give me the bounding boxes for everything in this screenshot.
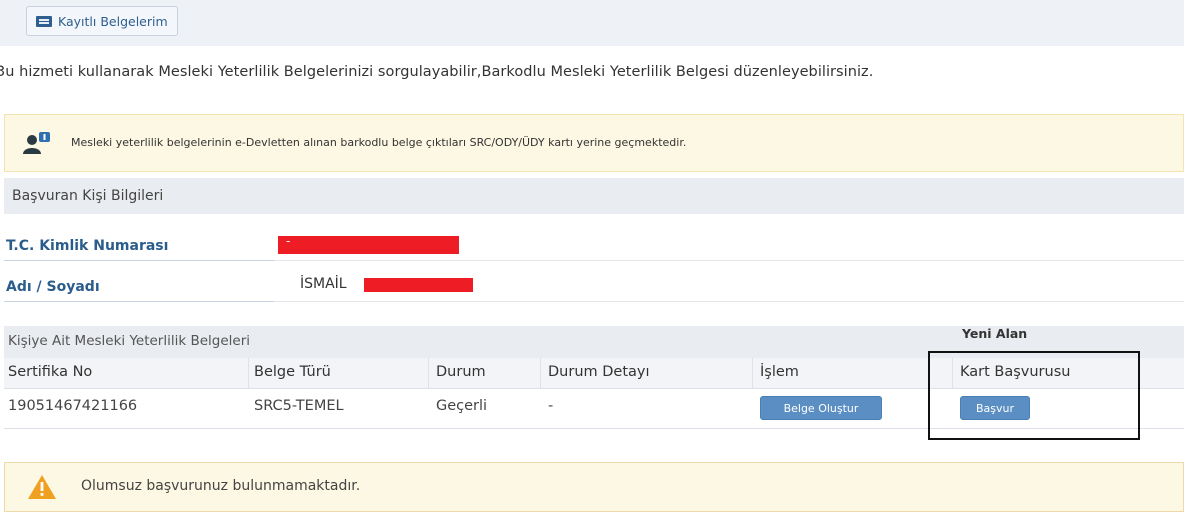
- divider: [4, 260, 274, 261]
- column-separator: [540, 358, 541, 388]
- user-info-icon: [23, 132, 50, 154]
- col-header-status: Durum: [436, 364, 486, 380]
- tc-number-label: T.C. Kimlik Numarası: [6, 238, 169, 254]
- warning-triangle-icon: [28, 475, 56, 499]
- highlight-box: [928, 351, 1140, 440]
- name-redaction: [364, 278, 473, 292]
- name-label: Adı / Soyadı: [6, 279, 100, 295]
- column-separator: [428, 358, 429, 388]
- cell-status-detail: -: [548, 398, 554, 414]
- col-header-status-detail: Durum Detayı: [548, 364, 650, 380]
- col-header-action: İşlem: [760, 364, 799, 380]
- intro-text: 3u hizmeti kullanarak Mesleki Yeterlilik…: [0, 64, 874, 80]
- column-separator: [248, 358, 249, 388]
- tc-number-redaction: [278, 236, 459, 254]
- applicant-section-title: Başvuran Kişi Bilgileri: [4, 178, 1184, 214]
- warning-notice-text: Olumsuz başvurunuz bulunmamaktadır.: [81, 478, 361, 494]
- tc-number-value: -: [286, 234, 291, 248]
- warning-notice: Olumsuz başvurunuz bulunmamaktadır.: [4, 462, 1184, 512]
- saved-documents-tab[interactable]: Kayıtlı Belgelerim: [26, 6, 178, 36]
- col-header-type: Belge Türü: [254, 364, 331, 380]
- info-notice: Mesleki yeterlilik belgelerinin e-Devlet…: [4, 114, 1184, 172]
- divider: [274, 260, 1184, 261]
- saved-documents-label: Kayıtlı Belgelerim: [58, 13, 168, 29]
- column-separator: [752, 358, 753, 388]
- top-bar: Kayıtlı Belgelerim: [0, 0, 1184, 46]
- create-document-button[interactable]: Belge Oluştur: [760, 396, 882, 420]
- cell-status: Geçerli: [436, 398, 488, 414]
- certificates-caption: Kişiye Ait Mesleki Yeterlilik Belgeleri: [8, 333, 251, 349]
- name-value: İSMAİL: [300, 276, 347, 292]
- divider: [274, 301, 1184, 302]
- divider: [4, 301, 274, 302]
- document-list-icon: [36, 15, 52, 27]
- cell-type: SRC5-TEMEL: [254, 398, 344, 414]
- new-area-label: Yeni Alan: [962, 326, 1028, 341]
- col-header-certificate-no: Sertifika No: [8, 364, 93, 380]
- cell-certificate-no: 19051467421166: [8, 398, 138, 414]
- info-notice-text: Mesleki yeterlilik belgelerinin e-Devlet…: [71, 136, 687, 149]
